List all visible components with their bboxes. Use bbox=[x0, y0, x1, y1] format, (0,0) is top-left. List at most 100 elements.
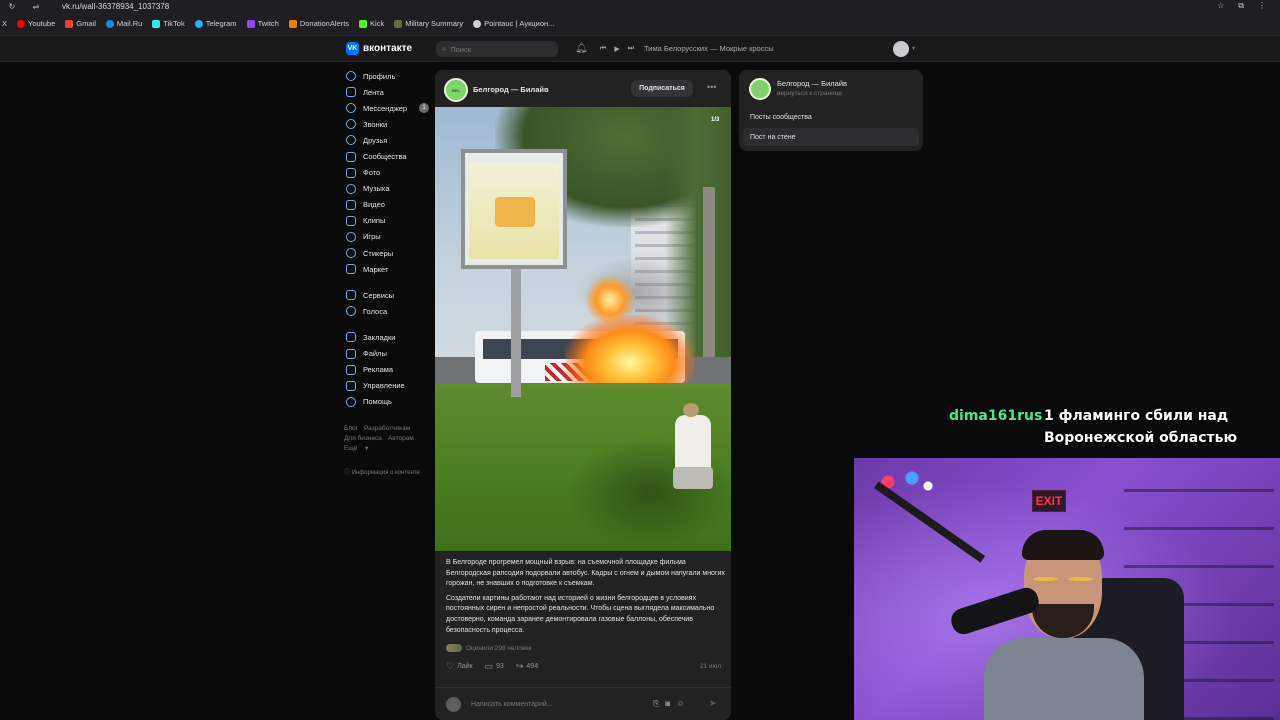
community-posts-link[interactable]: Посты сообщества bbox=[743, 108, 919, 126]
comment-composer: Написать комментарий... ⎘ ◙ ☺ ➤ bbox=[435, 687, 731, 720]
chevron-down-icon: ▾ bbox=[365, 445, 369, 452]
games-icon bbox=[346, 231, 356, 242]
nav-item-video[interactable]: Видео bbox=[346, 197, 436, 213]
music-icon bbox=[346, 183, 356, 194]
photo-counter: 1/3 bbox=[711, 117, 720, 123]
previous-track-icon[interactable]: ⏮ bbox=[600, 45, 606, 53]
nav-item-stickers[interactable]: Стикеры bbox=[346, 245, 436, 261]
subscribe-button[interactable]: Подписаться bbox=[631, 80, 693, 97]
chat-message: 1 фламинго сбили над bbox=[1044, 408, 1229, 424]
search-input[interactable]: ⌕ Поиск bbox=[436, 41, 558, 57]
site-info-icon[interactable]: ⇌ bbox=[24, 2, 48, 11]
bookmark-x[interactable]: X bbox=[2, 19, 7, 28]
bookmark-donationalerts[interactable]: DonationAlerts bbox=[288, 19, 349, 28]
community-name[interactable]: Белгород — Билайв bbox=[473, 85, 549, 94]
nav-item-help[interactable]: Помощь bbox=[346, 394, 436, 410]
bookmark-military-summary[interactable]: Military Summary bbox=[394, 19, 463, 28]
reload-icon[interactable]: ↻ bbox=[0, 2, 24, 11]
like-button[interactable]: ♡ Лайк bbox=[446, 661, 473, 672]
comment-button[interactable]: ▭ 93 bbox=[485, 661, 504, 672]
bookmarks-icon bbox=[346, 332, 356, 343]
photo-icon bbox=[346, 167, 356, 178]
audio-player: ⏮ ▶ ⏭ Тима Белорусских — Мокрые кроссы bbox=[600, 44, 774, 53]
community-avatar[interactable]: BEL bbox=[444, 78, 468, 102]
nav-item-services[interactable]: Сервисы bbox=[346, 287, 436, 303]
clips-icon bbox=[346, 215, 356, 226]
now-playing-track[interactable]: Тима Белорусских — Мокрые кроссы bbox=[644, 44, 774, 53]
camera-icon[interactable]: ◙ bbox=[665, 699, 670, 709]
bookmark-mailru[interactable]: Mail.Ru bbox=[105, 19, 142, 28]
bookmark-telegram[interactable]: Telegram bbox=[194, 19, 237, 28]
nav-item-feed[interactable]: Лента bbox=[346, 84, 436, 100]
vk-logo[interactable]: VK вконтакте bbox=[346, 42, 412, 55]
nav-item-files[interactable]: Файлы bbox=[346, 346, 436, 362]
bookmark-kick[interactable]: Kick bbox=[359, 19, 384, 28]
community-avatar[interactable] bbox=[749, 78, 771, 100]
chat-username: dima161rus bbox=[949, 408, 1043, 424]
extensions-icon[interactable]: ⧉ bbox=[1238, 1, 1244, 11]
back-to-page-link[interactable]: вернуться к странице bbox=[777, 90, 842, 97]
footer-link-more[interactable]: Ещё ▾ bbox=[344, 445, 374, 452]
nav-item-friends[interactable]: Друзья bbox=[346, 132, 436, 148]
wall-post-link[interactable]: Пост на стене bbox=[743, 128, 919, 146]
menu-icon[interactable]: ⋮ bbox=[1258, 1, 1266, 11]
attach-icon[interactable]: ⎘ bbox=[653, 699, 659, 709]
tiktok-icon bbox=[152, 19, 161, 28]
nav-item-profile[interactable]: Профиль bbox=[346, 68, 436, 84]
services-icon bbox=[346, 290, 356, 301]
user-avatar[interactable] bbox=[893, 41, 909, 57]
reactions-summary[interactable]: Оценили 298 человек bbox=[446, 644, 532, 652]
nav-item-communities[interactable]: Сообщества bbox=[346, 148, 436, 164]
avatar bbox=[446, 697, 461, 712]
nav-item-messenger[interactable]: Мессенджер 1 bbox=[346, 100, 436, 116]
footer-link-authors[interactable]: Авторам bbox=[388, 435, 414, 442]
nav-item-votes[interactable]: Голоса bbox=[346, 303, 436, 319]
nav-item-ads[interactable]: Реклама bbox=[346, 362, 436, 378]
ads-icon bbox=[346, 364, 356, 375]
address-field[interactable]: vk.ru/wall-36378934_1037378 bbox=[62, 2, 169, 11]
votes-icon bbox=[346, 306, 356, 317]
unread-badge: 1 bbox=[419, 103, 429, 114]
footer-link-developers[interactable]: Разработчикам bbox=[364, 425, 410, 432]
vk-logo-icon: VK bbox=[346, 42, 359, 55]
bookmark-gmail[interactable]: Gmail bbox=[65, 19, 96, 28]
market-icon bbox=[346, 264, 356, 275]
footer-link-business[interactable]: Для бизнеса bbox=[344, 435, 382, 442]
bookmark-twitch[interactable]: Twitch bbox=[246, 19, 279, 28]
post-photo[interactable]: 1/3 bbox=[435, 107, 731, 551]
bookmark-tiktok[interactable]: TikTok bbox=[152, 19, 185, 28]
community-name[interactable]: Белгород — Билайв bbox=[777, 79, 847, 88]
nav-item-music[interactable]: Музыка bbox=[346, 181, 436, 197]
communities-icon bbox=[346, 151, 356, 162]
telegram-icon bbox=[194, 19, 203, 28]
play-icon[interactable]: ▶ bbox=[614, 45, 619, 53]
send-icon[interactable]: ➤ bbox=[709, 698, 717, 709]
pointauc-icon bbox=[473, 19, 482, 28]
nav-item-calls[interactable]: Звонки bbox=[346, 116, 436, 132]
notifications-bell-icon[interactable]: 🔔︎ bbox=[575, 43, 588, 54]
post-date[interactable]: 21 июл bbox=[700, 663, 721, 670]
nav-item-market[interactable]: Маркет bbox=[346, 261, 436, 277]
nav-item-photo[interactable]: Фото bbox=[346, 165, 436, 181]
nav-item-manage[interactable]: Управление bbox=[346, 378, 436, 394]
donationalerts-icon bbox=[288, 19, 297, 28]
next-track-icon[interactable]: ⏭ bbox=[628, 45, 634, 53]
more-options-icon[interactable]: ••• bbox=[707, 82, 716, 92]
star-icon[interactable]: ☆ bbox=[1217, 1, 1224, 11]
bookmark-pointauc[interactable]: Pointauc | Аукцион... bbox=[473, 19, 554, 28]
content-info-link[interactable]: ⓘ Информация о контенте bbox=[344, 467, 420, 476]
nav-item-bookmarks[interactable]: Закладки bbox=[346, 329, 436, 345]
nav-item-clips[interactable]: Клипы bbox=[346, 213, 436, 229]
comment-icon: ▭ bbox=[484, 660, 494, 671]
bookmark-youtube[interactable]: Youtube bbox=[17, 19, 55, 28]
share-button[interactable]: ↪ 494 bbox=[516, 661, 538, 672]
community-side-panel: Белгород — Билайв вернуться к странице П… bbox=[739, 70, 923, 151]
post-actions: ♡ Лайк ▭ 93 ↪ 494 21 июл bbox=[446, 660, 721, 672]
footer-link-blog[interactable]: Блог bbox=[344, 425, 358, 432]
nav-item-games[interactable]: Игры bbox=[346, 229, 436, 245]
video-icon bbox=[346, 199, 356, 210]
emoji-icon[interactable]: ☺ bbox=[676, 699, 684, 709]
gmail-icon bbox=[65, 19, 74, 28]
help-icon bbox=[346, 396, 356, 407]
chevron-down-icon[interactable]: ▾ bbox=[912, 45, 915, 52]
